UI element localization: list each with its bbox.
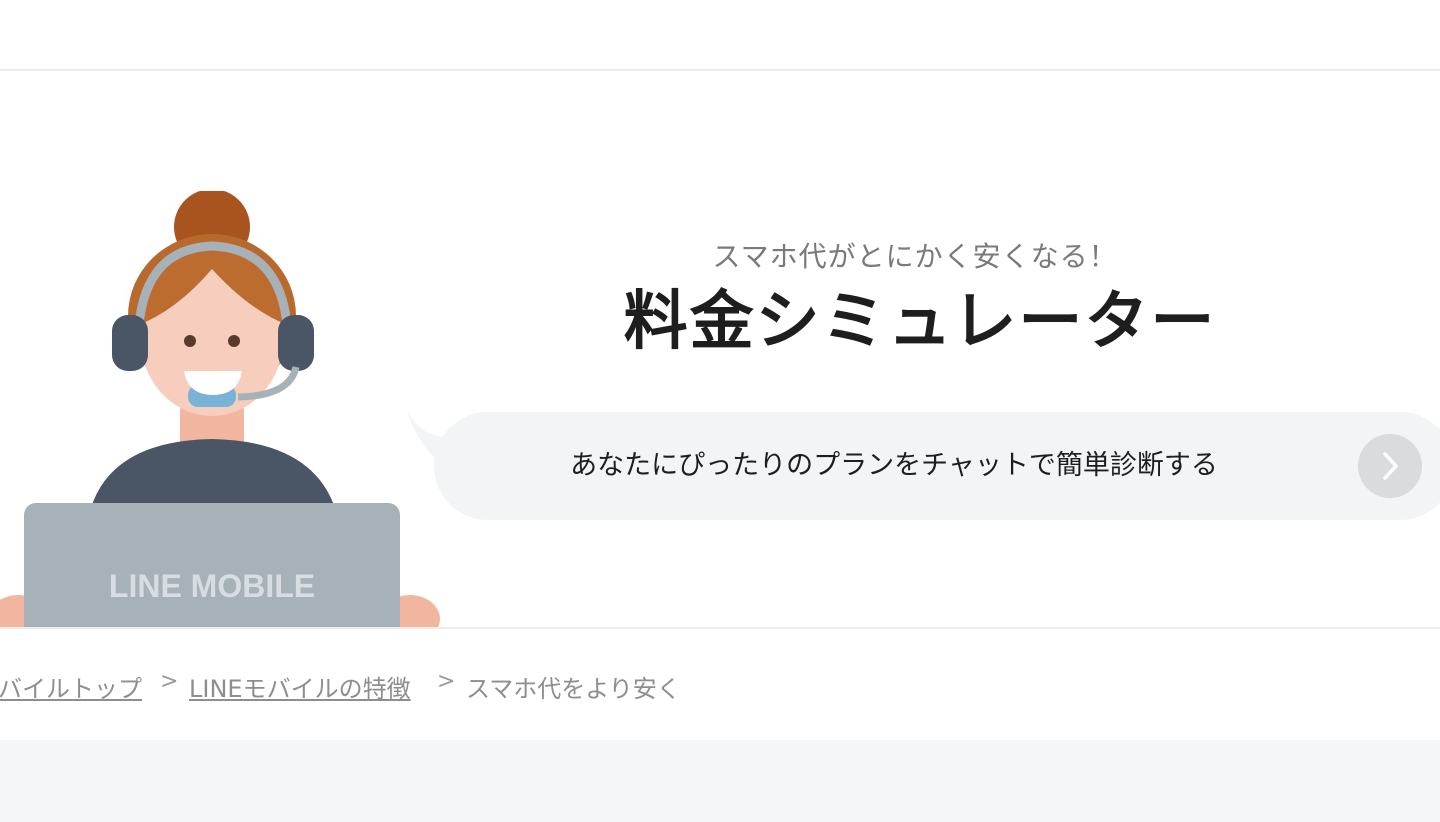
laptop-logo-text: LINE MOBILE xyxy=(109,568,315,604)
chat-diagnosis-button[interactable]: あなたにぴったりのプランをチャットで簡単診断する xyxy=(434,412,1440,520)
simulator-hero: LINE MOBILE スマホ代がとにかく安くなる！ 料金シミュレーター あなた… xyxy=(0,71,1440,629)
breadcrumb-item-features[interactable]: LINEモバイルの特徴 xyxy=(189,669,411,704)
content-area xyxy=(0,740,1440,822)
breadcrumb-item-current: スマホ代をより安く xyxy=(466,675,681,703)
page-title: 料金シミュレーター xyxy=(623,285,1217,359)
breadcrumb-separator: > xyxy=(160,669,179,694)
chevron-right-icon[interactable] xyxy=(1358,434,1422,498)
breadcrumb: バイルトップ > LINEモバイルの特徴 > スマホ代をより安く xyxy=(0,629,1440,740)
chat-diagnosis-label: あなたにぴったりのプランをチャットで簡単診断する xyxy=(570,450,1218,481)
site-header xyxy=(0,0,1440,71)
hero-subtitle: スマホ代がとにかく安くなる！ xyxy=(712,240,1118,273)
breadcrumb-item-top[interactable]: バイルトップ xyxy=(0,669,142,704)
operator-illustration: LINE MOBILE xyxy=(0,191,440,627)
chat-bubble: あなたにぴったりのプランをチャットで簡単診断する xyxy=(405,406,1440,526)
breadcrumb-separator: > xyxy=(437,669,456,694)
